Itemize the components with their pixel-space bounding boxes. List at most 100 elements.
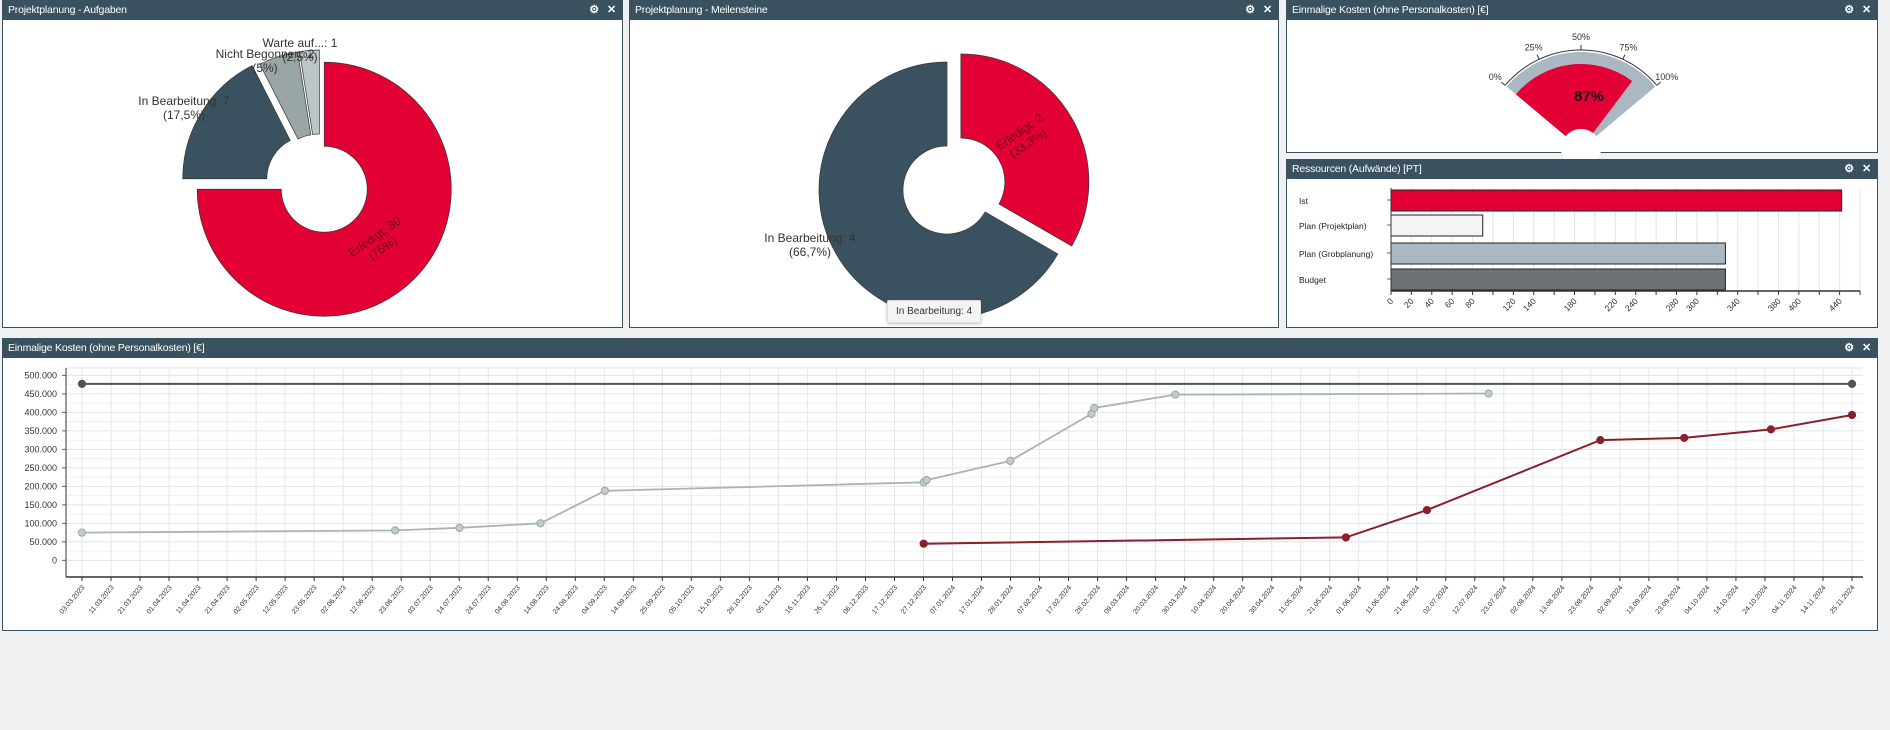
x-tick-label: 12.06.2023 (349, 584, 377, 615)
x-tick-label: 23.05.2023 (291, 584, 319, 615)
tasks-panel: Projektplanung - Aufgaben ⚙ ✕ Erledigt: 3… (2, 0, 623, 328)
x-tick-label: 23.06.2023 (378, 584, 406, 615)
gauge-tick (1536, 54, 1540, 60)
x-tick-label: 14.08.2023 (523, 584, 551, 615)
x-tick-label: 07.02.2024 (1016, 584, 1044, 615)
x-tick-label: 280 (1664, 296, 1681, 313)
x-tick-label: 15.10.2023 (697, 584, 725, 615)
x-tick-label: 04.11.2024 (1771, 584, 1799, 615)
x-tick-label: 12.07.2024 (1451, 584, 1479, 615)
y-tick-label: 350.000 (24, 426, 57, 436)
x-tick-label: 21.03.2023 (117, 584, 145, 615)
x-tick-label: 80 (1463, 296, 1477, 310)
x-tick-label: 23.08.2024 (1568, 584, 1596, 615)
x-tick-label: 300 (1684, 296, 1701, 313)
close-icon[interactable]: ✕ (1263, 4, 1272, 16)
bar (1390, 189, 1843, 212)
x-tick-label: 14.11.2024 (1800, 584, 1828, 615)
data-point (391, 526, 400, 535)
gear-icon[interactable]: ⚙ (589, 4, 599, 16)
bar (1390, 268, 1726, 291)
x-tick-label: 16.11.2023 (784, 584, 812, 615)
x-tick-label: 21.04.2023 (204, 584, 232, 615)
x-tick-label: 14.09.2023 (610, 584, 638, 615)
gauge-tick-label: 25% (1525, 42, 1543, 52)
gauge-tick-label: 0% (1489, 72, 1502, 82)
x-tick-label: 10.04.2024 (1190, 584, 1218, 615)
data-point (1006, 456, 1015, 465)
gauge-tick-label: 75% (1619, 42, 1637, 52)
y-tick-label: 450.000 (24, 389, 57, 399)
x-tick-label: 11.06.2024 (1365, 584, 1393, 615)
x-tick-label: 02.09.2024 (1597, 584, 1625, 615)
x-tick-label: 03.07.2023 (407, 584, 435, 615)
resources-panel: Ressourcen (Aufwände) [PT] ⚙ ✕ 0 20 40 60 80 1… (1286, 159, 1878, 328)
x-tick-label: 05.10.2023 (668, 584, 696, 615)
y-tick-label: 0 (52, 555, 57, 565)
x-tick-label: 25.11.2024 (1829, 584, 1857, 615)
y-tick-label: 150.000 (24, 500, 57, 510)
slice-label-name: Warte auf...: 1 (263, 36, 338, 50)
x-tick-label: 04.10.2024 (1684, 584, 1712, 615)
category-label: Plan (Projektplan) (1299, 221, 1367, 231)
data-point (1847, 379, 1857, 389)
x-tick-label: 13.08.2024 (1539, 584, 1567, 615)
x-tick-label: 04.09.2023 (581, 584, 609, 615)
x-tick-label: 20.04.2024 (1219, 584, 1247, 615)
data-point (1090, 403, 1099, 413)
x-tick-label: 21.06.2024 (1393, 584, 1421, 615)
slice-label-percent: (17,5%) (163, 108, 205, 122)
category-label: Plan (Grobplanung) (1299, 249, 1373, 259)
x-tick-label: 340 (1725, 296, 1742, 313)
data-point (600, 486, 609, 495)
chart-tooltip: In Bearbeitung: 4 (887, 300, 982, 323)
x-tick-label: 11.03.2023 (88, 584, 116, 615)
x-tick-label: 05.11.2023 (755, 584, 783, 615)
slice-label-percent: (2,5%) (282, 50, 317, 64)
x-tick-label: 28.01.2024 (987, 584, 1015, 615)
gear-icon[interactable]: ⚙ (1245, 4, 1255, 16)
slice-label-name: In Bearbeitung: 4 (764, 231, 856, 245)
costs-panel: Einmalige Kosten (ohne Personalkosten) [… (2, 338, 1878, 631)
gauge-value: 87% (1574, 88, 1604, 105)
data-point (1766, 425, 1776, 434)
x-tick-label: 06.12.2023 (842, 584, 870, 615)
panel-header: Projektplanung - Aufgaben ⚙ ✕ (3, 1, 622, 20)
y-tick-label: 200.000 (24, 481, 57, 491)
x-tick-label: 17.01.2024 (958, 584, 986, 615)
data-point (455, 523, 464, 532)
data-point (1422, 505, 1432, 515)
x-tick-label: 24.08.2023 (552, 584, 580, 615)
x-tick-label: 26.11.2023 (813, 584, 841, 615)
category-label: Budget (1299, 275, 1327, 285)
y-tick-label: 400.000 (24, 407, 57, 417)
x-tick-label: 02.06.2023 (320, 584, 348, 615)
data-point (922, 475, 931, 485)
x-tick-label: 23.09.2024 (1655, 584, 1683, 615)
x-tick-label: 60 (1443, 296, 1457, 310)
costs-line-chart: 03.03.2023 11.03.2023 21.03.2023 01.04.2023… (24, 367, 1863, 616)
x-tick-label: 20.03.2024 (1132, 584, 1160, 615)
x-tick-label: 17.12.2023 (871, 584, 899, 615)
y-tick-label: 100.000 (24, 518, 57, 528)
x-tick-label: 12.05.2023 (262, 584, 290, 615)
bar (1390, 242, 1726, 265)
slice-label-percent: (5%) (252, 61, 277, 75)
close-icon[interactable]: ✕ (607, 4, 616, 16)
bar (1390, 214, 1484, 237)
y-tick-label: 250.000 (24, 463, 57, 473)
x-tick-label: 440 (1827, 296, 1844, 313)
resources-bar-chart: 0 20 40 60 80 120 140 180 220 240 280 300 340 380 400 4… (1299, 188, 1861, 313)
x-tick-label: 21.05.2024 (1306, 584, 1334, 615)
x-tick-label: 25.09.2023 (639, 584, 667, 615)
x-tick-label: 24.07.2023 (465, 584, 493, 615)
x-tick-label: 20 (1402, 296, 1416, 310)
x-tick-label: 400 (1786, 296, 1803, 313)
x-tick-label: 380 (1766, 296, 1783, 313)
x-tick-label: 09.03.2024 (1103, 584, 1131, 615)
cost-gauge: 0% 25% 50% 75% 100% 87% (1489, 32, 1678, 169)
x-tick-label: 120 (1500, 296, 1517, 313)
panel-title: Projektplanung - Aufgaben (8, 4, 127, 16)
data-point (1171, 390, 1180, 399)
x-tick-label: 220 (1602, 296, 1619, 313)
